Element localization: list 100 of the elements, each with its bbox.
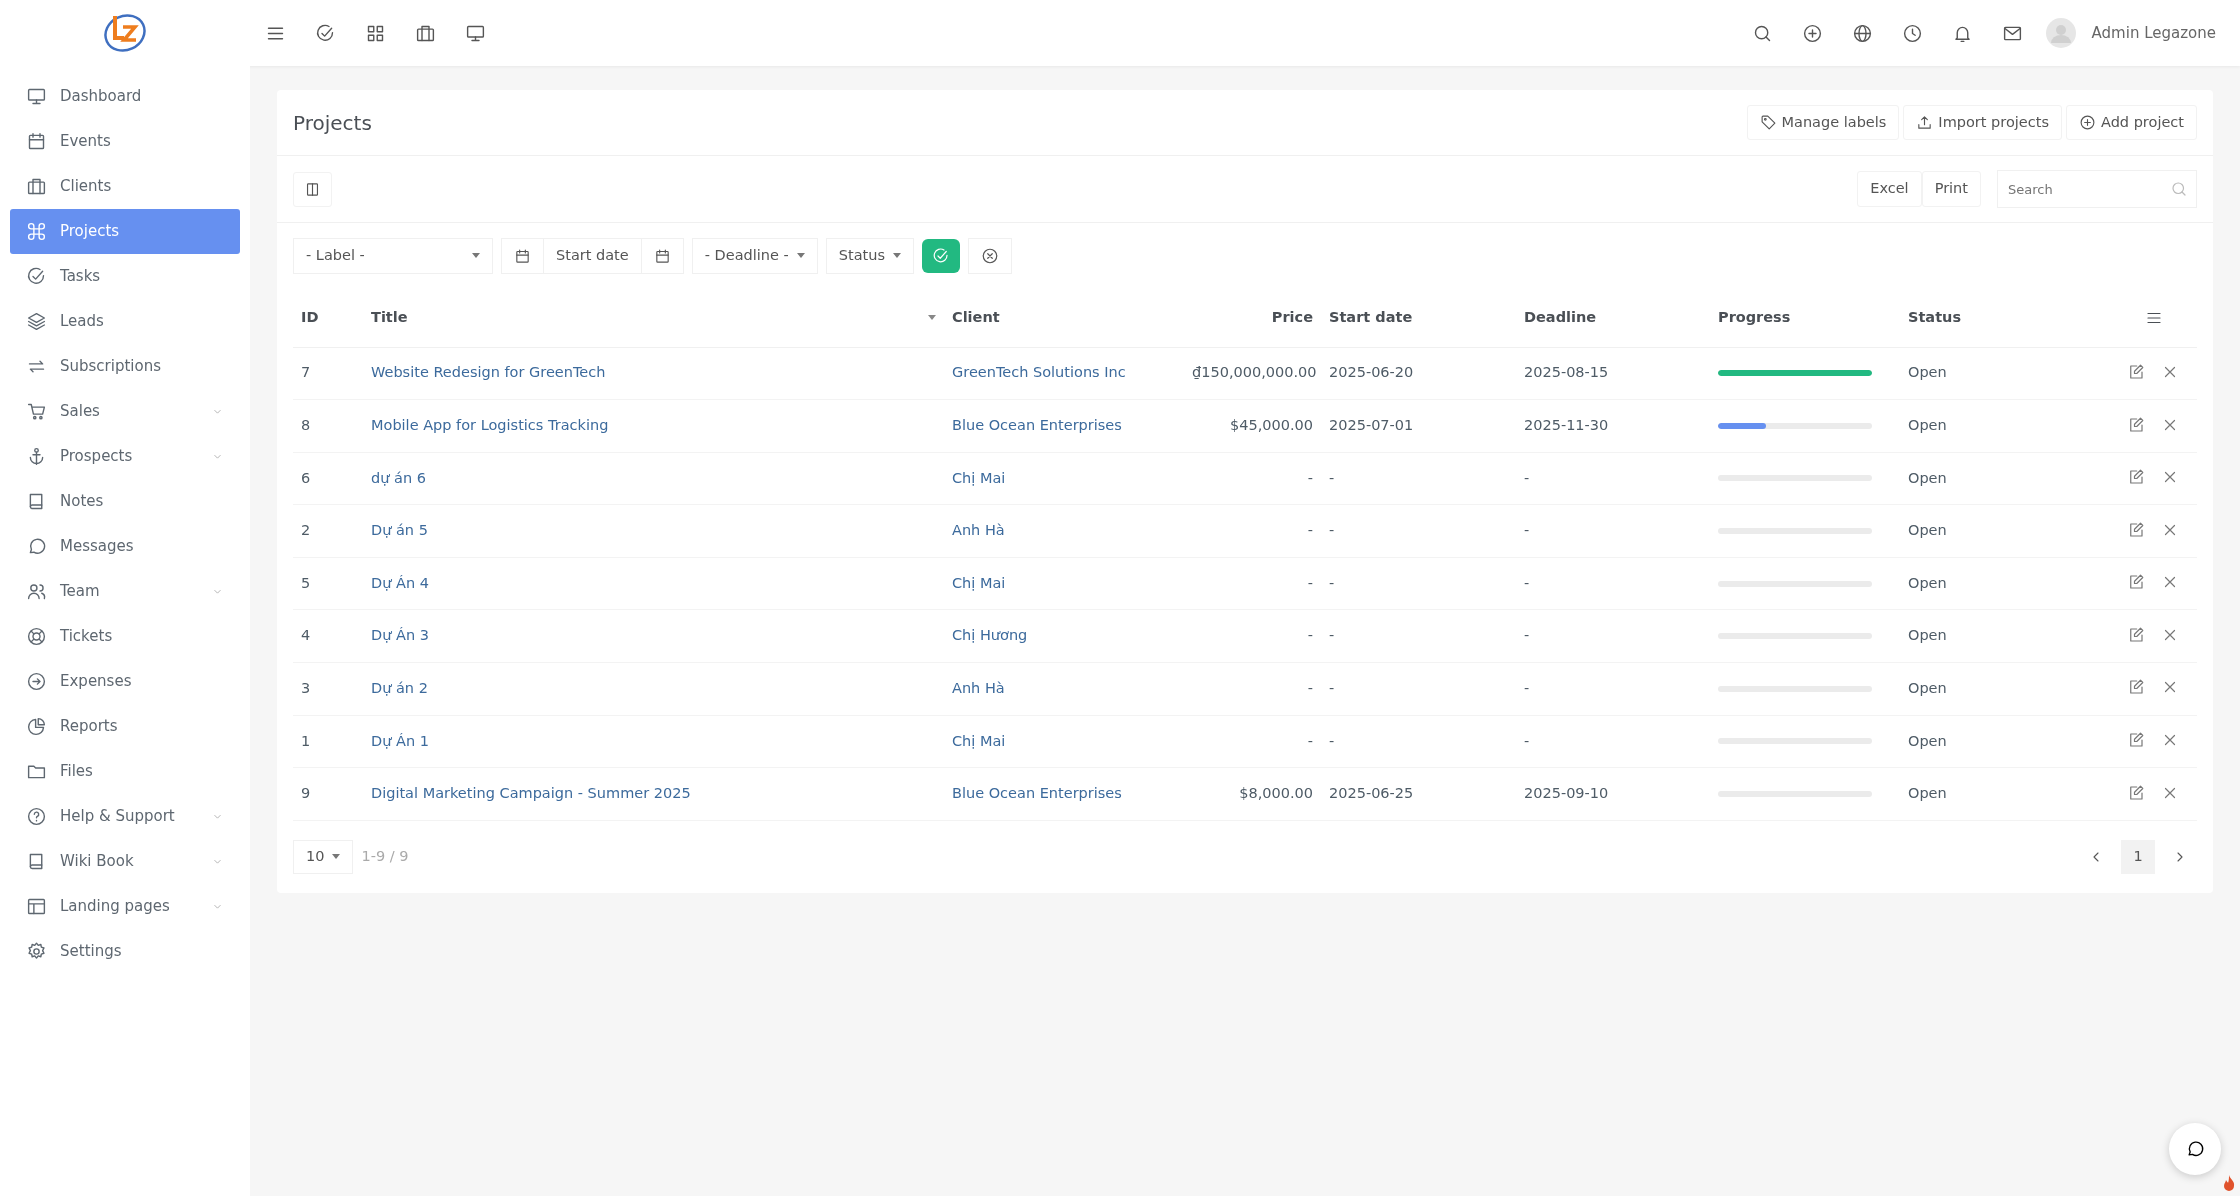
column-header: Status [1900, 289, 2100, 347]
pie-chart-icon [26, 716, 47, 737]
clear-icon [981, 247, 999, 265]
edit-icon [2127, 362, 2145, 381]
column-header: ID [293, 289, 363, 347]
sidebar-item[interactable]: Subscriptions [10, 344, 240, 389]
table-cell: 2025-11-30 [1516, 399, 1710, 453]
search-field[interactable]: Search [1997, 170, 2197, 208]
sidebar-item[interactable]: Wiki Book [10, 839, 240, 884]
chat-button[interactable] [2169, 1123, 2221, 1175]
title-link[interactable]: Mobile App for Logistics Tracking [363, 399, 944, 453]
start-date-field[interactable]: Start date [544, 238, 641, 274]
sidebar-item[interactable]: Sales [10, 389, 240, 434]
table-cell: - [1321, 609, 1516, 663]
client-link[interactable]: Chị Hương [944, 609, 1184, 663]
caret-icon [796, 253, 805, 259]
table-cell: ₫150,000,000.00 [1184, 347, 1321, 400]
sidebar-item[interactable]: Landing pages [10, 884, 240, 929]
action-button[interactable]: Import projects [1903, 104, 2062, 141]
table-cell: 2025-07-01 [1321, 399, 1516, 453]
client-link[interactable]: Blue Ocean Enterprises [944, 399, 1184, 453]
action-button[interactable]: Add project [2066, 104, 2197, 141]
sidebar-item[interactable]: Prospects [10, 434, 240, 479]
table-cell: Open [1900, 767, 2100, 821]
table-cell: - [1321, 504, 1516, 558]
table-cell: 2025-08-15 [1516, 347, 1710, 400]
table-cell: 3 [293, 662, 363, 716]
edit-icon [2127, 678, 2145, 697]
sidebar-item[interactable]: Settings [10, 929, 240, 974]
client-link[interactable]: Blue Ocean Enterprises [944, 767, 1184, 821]
page-button[interactable]: 1 [2121, 839, 2155, 874]
cart-icon [26, 401, 47, 422]
edit-icon [2127, 625, 2145, 644]
title-link[interactable]: Dự Án 4 [363, 557, 944, 610]
sidebar-item[interactable]: Notes [10, 479, 240, 524]
user-menu[interactable]: Admin Legazone [2045, 18, 2216, 48]
client-link[interactable]: Chị Mai [944, 715, 1184, 768]
page-range: 1-9 / 9 [361, 846, 409, 866]
sidebar-item[interactable]: Projects [10, 209, 240, 254]
sidebar-item[interactable]: Leads [10, 299, 240, 344]
export-button[interactable]: Excel [1857, 171, 1922, 207]
title-link[interactable]: Website Redesign for GreenTech [363, 347, 944, 400]
calendar-icon [653, 247, 671, 265]
sidebar-item[interactable]: Dashboard [10, 74, 240, 119]
sidebar-item[interactable]: Messages [10, 524, 240, 569]
deadline-dropdown[interactable]: - Deadline - [691, 238, 818, 274]
client-link[interactable]: Chị Mai [944, 557, 1184, 610]
sidebar-item[interactable]: Clients [10, 164, 240, 209]
sidebar-item[interactable]: Tickets [10, 614, 240, 659]
sidebar-item[interactable]: Events [10, 119, 240, 164]
client-link[interactable]: Chị Mai [944, 452, 1184, 505]
table-cell: - [1321, 557, 1516, 610]
table-cell: - [1516, 452, 1710, 505]
sidebar-item[interactable]: Files [10, 749, 240, 794]
column-header: Progress [1710, 289, 1900, 347]
sidebar-item[interactable]: Team [10, 569, 240, 614]
upload-icon [1916, 114, 1934, 131]
clear-filter-button[interactable] [968, 238, 1012, 274]
page-title: Projects [293, 109, 372, 137]
title-link[interactable]: dự án 6 [363, 452, 944, 505]
table-cell: - [1184, 452, 1321, 505]
columns-toggle-button[interactable] [293, 171, 332, 207]
column-header: Title [371, 307, 409, 327]
table-cell: 2025-06-25 [1321, 767, 1516, 821]
table-cell: - [1516, 609, 1710, 663]
table-cell: Open [1900, 715, 2100, 768]
columns-icon [304, 180, 321, 198]
title-link[interactable]: Digital Marketing Campaign - Summer 2025 [363, 767, 944, 821]
sidebar-item[interactable]: Expenses [10, 659, 240, 704]
sort-icon [928, 314, 936, 321]
users-icon [26, 581, 47, 602]
table-cell: Open [1900, 557, 2100, 610]
column-header: Price [1184, 289, 1321, 347]
sidebar-item[interactable]: Help & Support [10, 794, 240, 839]
action-button[interactable]: Manage labels [1746, 104, 1900, 141]
calendar-button[interactable] [640, 238, 684, 274]
title-link[interactable]: Dự Án 1 [363, 715, 944, 768]
table-cell: 4 [293, 609, 363, 663]
table-cell: Open [1900, 452, 2100, 505]
client-link[interactable]: Anh Hà [944, 504, 1184, 558]
column-header: Client [944, 289, 1184, 347]
title-link[interactable]: Dự án 5 [363, 504, 944, 558]
calendar-icon [26, 131, 47, 152]
arrow-circle-icon [26, 671, 47, 692]
calendar-button[interactable] [501, 238, 544, 274]
apply-filter-button[interactable] [922, 239, 960, 273]
title-link[interactable]: Dự án 2 [363, 662, 944, 716]
sidebar-item[interactable]: Reports [10, 704, 240, 749]
sidebar-item[interactable]: Tasks [10, 254, 240, 299]
client-link[interactable]: Anh Hà [944, 662, 1184, 716]
status-dropdown[interactable]: Status [825, 238, 914, 274]
table-cell: - [1516, 504, 1710, 558]
table-cell: 2 [293, 504, 363, 558]
page-size-select[interactable]: 10 [293, 839, 354, 874]
avatar-icon [2045, 18, 2076, 48]
title-link[interactable]: Dự Án 3 [363, 609, 944, 663]
label-select[interactable]: - Label - [293, 238, 493, 274]
client-link[interactable]: GreenTech Solutions Inc [944, 347, 1184, 400]
table-cell: 9 [293, 767, 363, 821]
export-button[interactable]: Print [1921, 171, 1981, 207]
